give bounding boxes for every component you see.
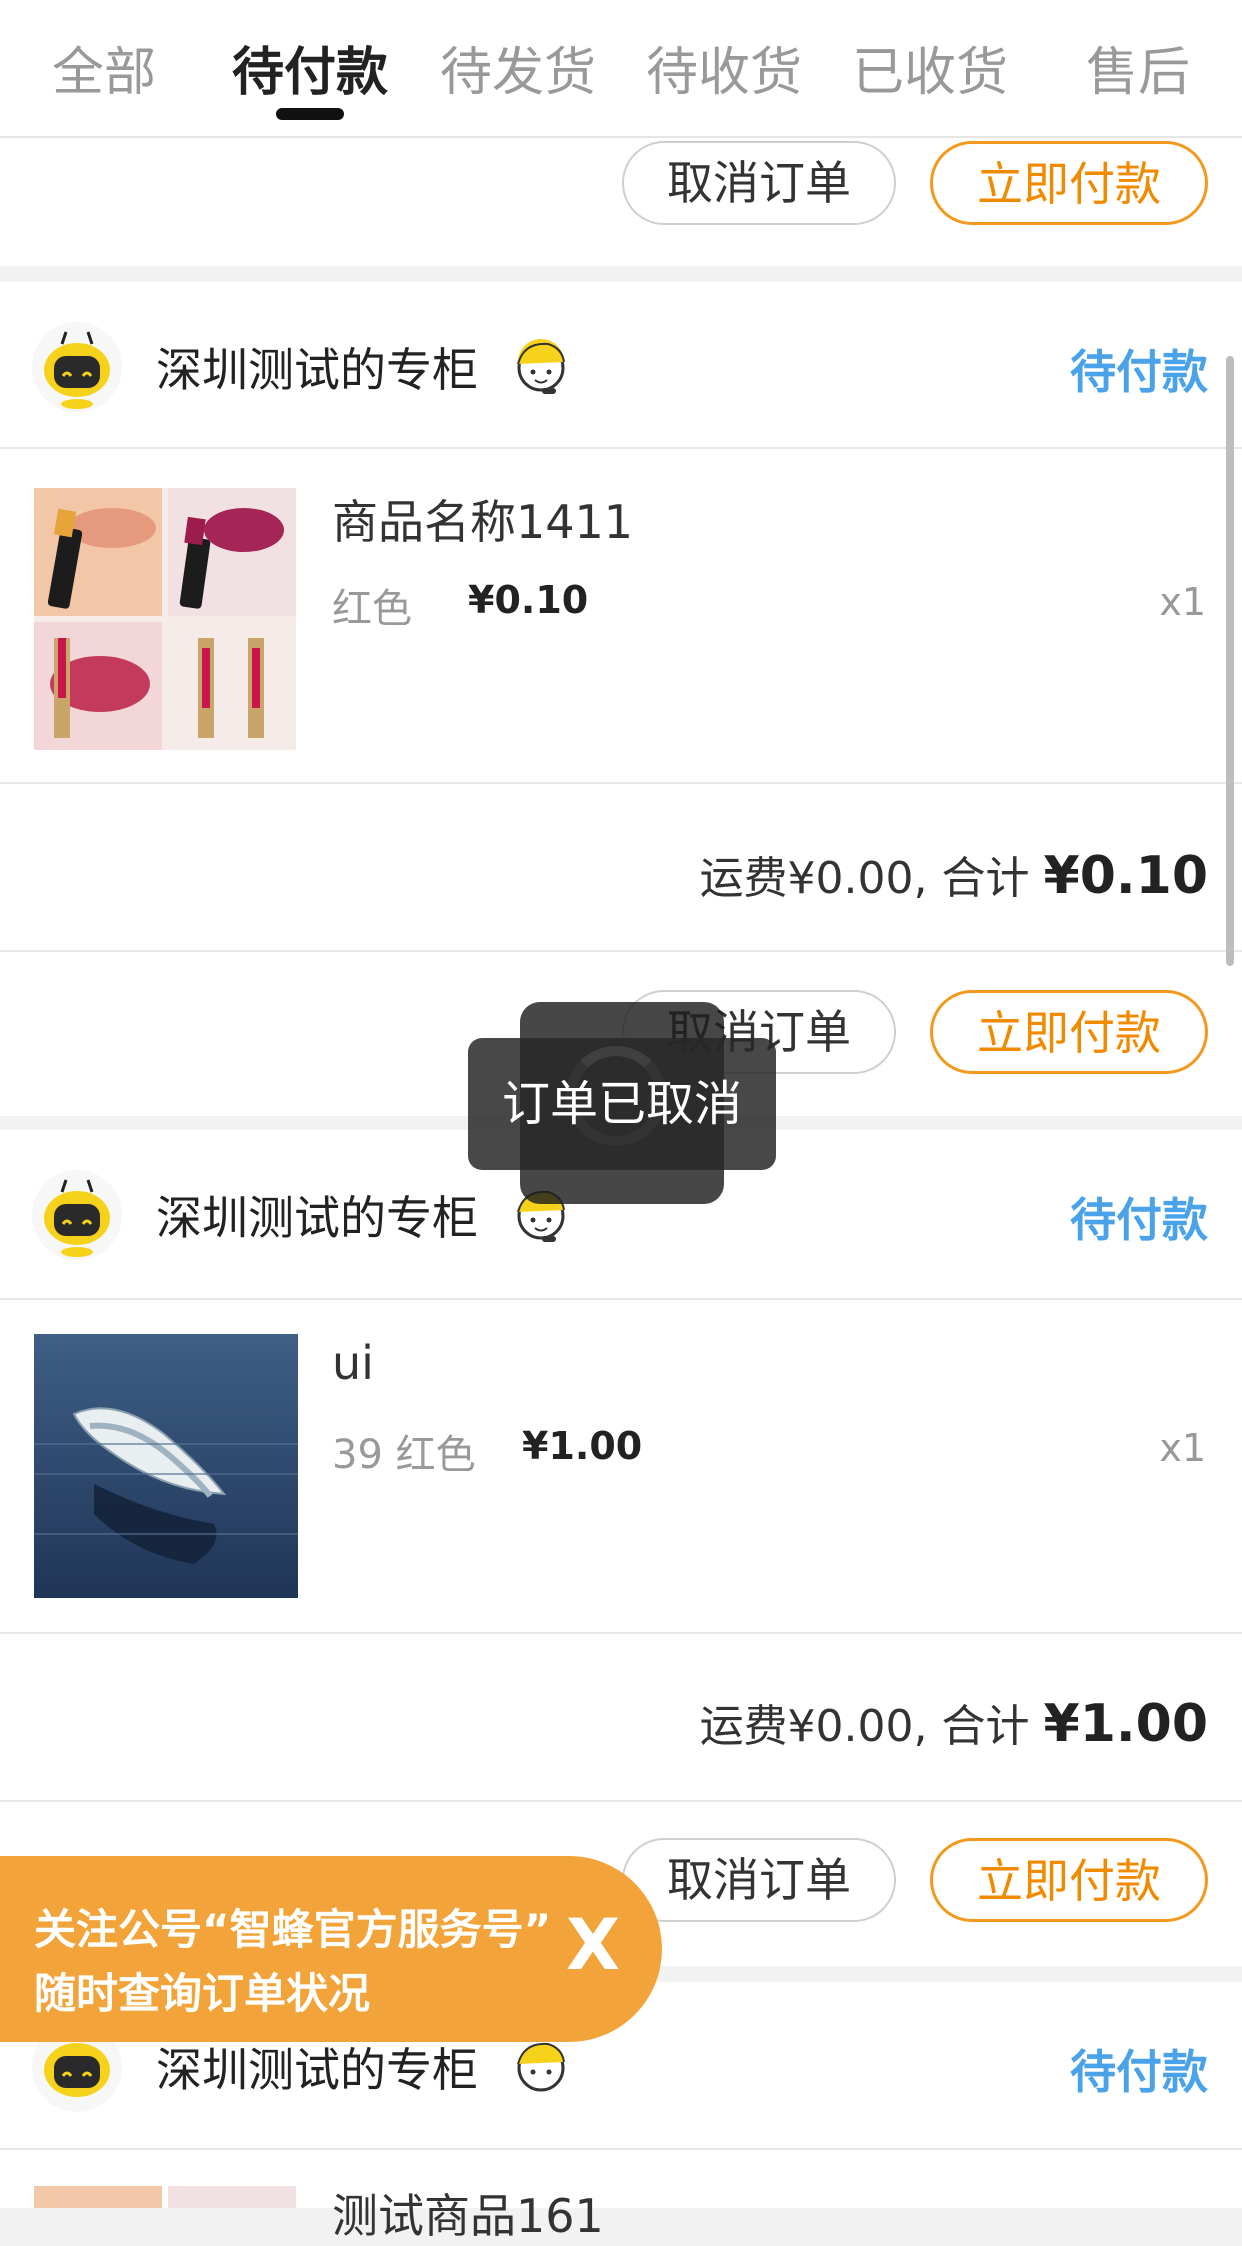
shop-name[interactable]: 深圳测试的专柜: [156, 1182, 478, 1248]
scrollbar[interactable]: [1226, 356, 1234, 966]
close-icon[interactable]: X: [566, 1904, 620, 1986]
divider: [0, 782, 1242, 784]
cancel-order-button[interactable]: 取消订单: [622, 1838, 896, 1922]
product-thumbnail[interactable]: [34, 2186, 296, 2208]
product-thumbnail[interactable]: [34, 488, 296, 750]
tab-received[interactable]: 已收货: [840, 30, 1020, 105]
product-quantity: x1: [1159, 580, 1206, 624]
tab-pending-shipment[interactable]: 待发货: [428, 30, 608, 105]
total-label: 合计: [941, 853, 1030, 904]
customer-service-icon[interactable]: [508, 332, 574, 398]
divider: [0, 447, 1242, 449]
product-price: ¥1.00: [522, 1424, 643, 1468]
shop-name[interactable]: 深圳测试的专柜: [156, 2034, 478, 2100]
total-label: 合计: [941, 1701, 1030, 1752]
banner-line-2: 随时查询订单状况: [34, 1969, 371, 2018]
product-name[interactable]: ui: [332, 1336, 374, 1390]
shop-avatar-icon[interactable]: [32, 322, 122, 412]
pay-now-button[interactable]: 立即付款: [930, 990, 1208, 1074]
product-variant: 红色: [332, 586, 412, 632]
product-price: ¥0.10: [468, 578, 589, 622]
order-summary: 运费¥0.00, 合计 ¥0.10: [700, 842, 1208, 906]
divider: [0, 950, 1242, 952]
order-tabs: 全部 待付款 待发货 待收货 已收货 售后: [0, 0, 1242, 138]
shop-name[interactable]: 深圳测试的专柜: [156, 334, 478, 400]
tab-pending-payment[interactable]: 待付款: [220, 30, 400, 105]
divider: [0, 1632, 1242, 1634]
divider: [0, 1298, 1242, 1300]
order-card: 深圳测试的专柜 待付款 商品名称1411 红色 ¥0.10 x1 运费¥0.00…: [0, 282, 1242, 1116]
tab-all[interactable]: 全部: [14, 30, 194, 105]
order-actions-row: 取消订单 立即付款: [0, 138, 1242, 266]
shop-avatar-icon[interactable]: [32, 1170, 122, 1260]
order-status: 待付款: [1070, 2045, 1208, 2099]
toast-message: 订单已取消: [468, 1038, 776, 1170]
product-name[interactable]: 测试商品161: [332, 2180, 604, 2246]
tab-pending-receipt[interactable]: 待收货: [634, 30, 814, 105]
tab-after-sales[interactable]: 售后: [1048, 30, 1228, 105]
banner-line-1: 关注公号“智蜂官方服务号”: [34, 1905, 552, 1954]
order-status: 待付款: [1070, 1193, 1208, 1247]
divider: [0, 1800, 1242, 1802]
cancel-order-button[interactable]: 取消订单: [622, 141, 896, 225]
order-status: 待付款: [1070, 345, 1208, 399]
product-quantity: x1: [1159, 1426, 1206, 1470]
active-tab-indicator: [276, 108, 344, 120]
divider: [0, 2148, 1242, 2150]
order-total: ¥1.00: [1043, 1694, 1208, 1754]
shipping-fee: 运费¥0.00,: [699, 853, 928, 904]
pay-now-button[interactable]: 立即付款: [930, 1838, 1208, 1922]
shipping-fee: 运费¥0.00,: [699, 1701, 928, 1752]
product-variant: 39 红色: [332, 1432, 476, 1478]
follow-banner[interactable]: 关注公号“智蜂官方服务号” 随时查询订单状况 X: [0, 1856, 662, 2042]
pay-now-button[interactable]: 立即付款: [930, 141, 1208, 225]
order-summary: 运费¥0.00, 合计 ¥1.00: [700, 1690, 1208, 1754]
product-name[interactable]: 商品名称1411: [332, 486, 633, 552]
order-total: ¥0.10: [1043, 846, 1208, 906]
order-card: 深圳测试的专柜 待付款 ui 39 红色 ¥1.00 x1 运费¥0.00, 合…: [0, 1130, 1242, 1966]
product-thumbnail[interactable]: [34, 1334, 298, 1598]
